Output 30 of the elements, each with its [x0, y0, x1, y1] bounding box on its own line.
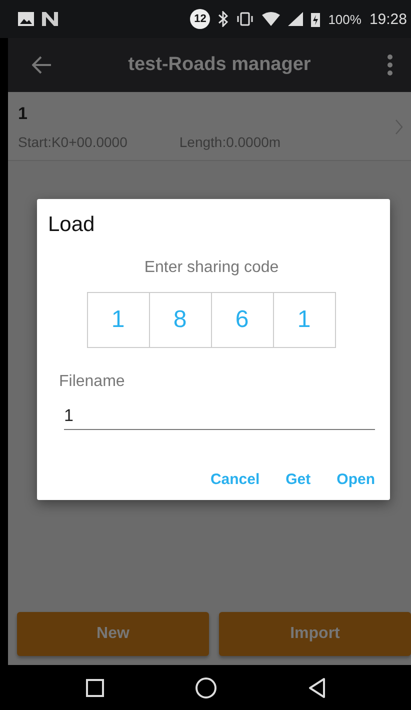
- dialog-action-button[interactable]: Open: [336, 471, 375, 488]
- battery-percent: 100%: [328, 12, 362, 26]
- home-icon[interactable]: [194, 676, 216, 698]
- more-menu-icon[interactable]: [387, 54, 393, 76]
- chevron-right-icon: [395, 119, 403, 135]
- wifi-icon: [262, 12, 280, 26]
- vibrate-icon: [236, 12, 254, 26]
- app-title: test-Roads manager: [127, 54, 312, 76]
- clock-time: 19:28: [369, 10, 407, 28]
- sharing-code-prompt: Enter sharing code: [143, 259, 280, 277]
- dialog-action-button[interactable]: Get: [286, 471, 311, 488]
- back-icon[interactable]: [308, 678, 326, 698]
- bluetooth-icon: [218, 11, 228, 27]
- signal-icon: [288, 12, 304, 26]
- back-arrow-icon[interactable]: [32, 56, 52, 74]
- code-digit-field[interactable]: 6: [210, 292, 274, 348]
- image-icon: [18, 12, 34, 26]
- recents-icon[interactable]: [86, 678, 104, 696]
- notification-count: 12: [190, 9, 210, 29]
- code-digit-field[interactable]: 1: [272, 292, 336, 348]
- code-digit-field[interactable]: 1: [86, 292, 150, 348]
- code-digit-field[interactable]: 8: [148, 292, 212, 348]
- action-button[interactable]: Import: [219, 612, 411, 656]
- n-logo-icon: [42, 12, 58, 26]
- filename-label: Filename: [59, 373, 126, 391]
- dialog-title: Load: [48, 213, 96, 237]
- battery-icon: [311, 12, 320, 26]
- road-name: 1: [18, 104, 28, 124]
- action-button[interactable]: New: [17, 612, 209, 656]
- dialog-action-button[interactable]: Cancel: [210, 471, 260, 488]
